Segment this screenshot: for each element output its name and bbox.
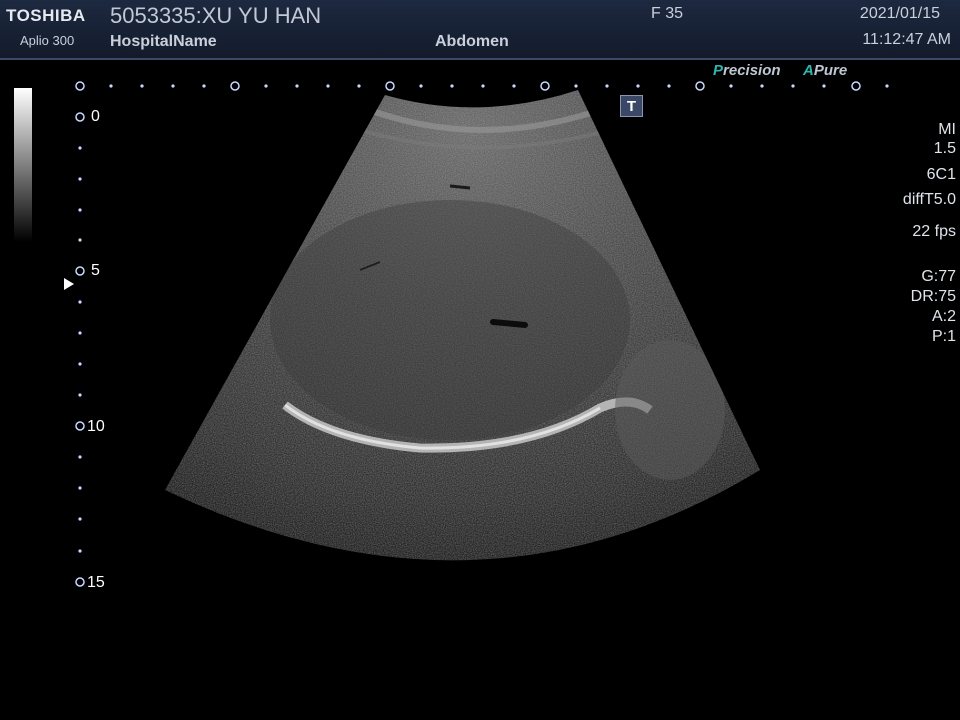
a-param-label: A:2 — [931, 308, 956, 325]
p-param-label: P:1 — [931, 328, 956, 345]
imaging-mode-label: diffT5.0 — [902, 191, 956, 208]
gain-label: G:77 — [921, 268, 956, 285]
depth-label-0: 0 — [91, 108, 100, 125]
t-marker-icon[interactable]: T — [620, 95, 643, 117]
probe-label: 6C1 — [926, 166, 956, 183]
dynamic-range-label: DR:75 — [910, 288, 956, 305]
depth-label-5: 5 — [91, 262, 100, 279]
mi-label: MI — [938, 121, 956, 138]
depth-label-10: 10 — [87, 418, 105, 435]
depth-label-15: 15 — [87, 574, 105, 591]
ultrasound-image — [75, 81, 889, 587]
focus-marker-icon[interactable] — [64, 278, 74, 290]
frame-rate-label: 22 fps — [912, 223, 956, 240]
mi-value: 1.5 — [933, 140, 956, 157]
lateral-scale — [75, 81, 861, 91]
depth-scale — [75, 112, 85, 587]
